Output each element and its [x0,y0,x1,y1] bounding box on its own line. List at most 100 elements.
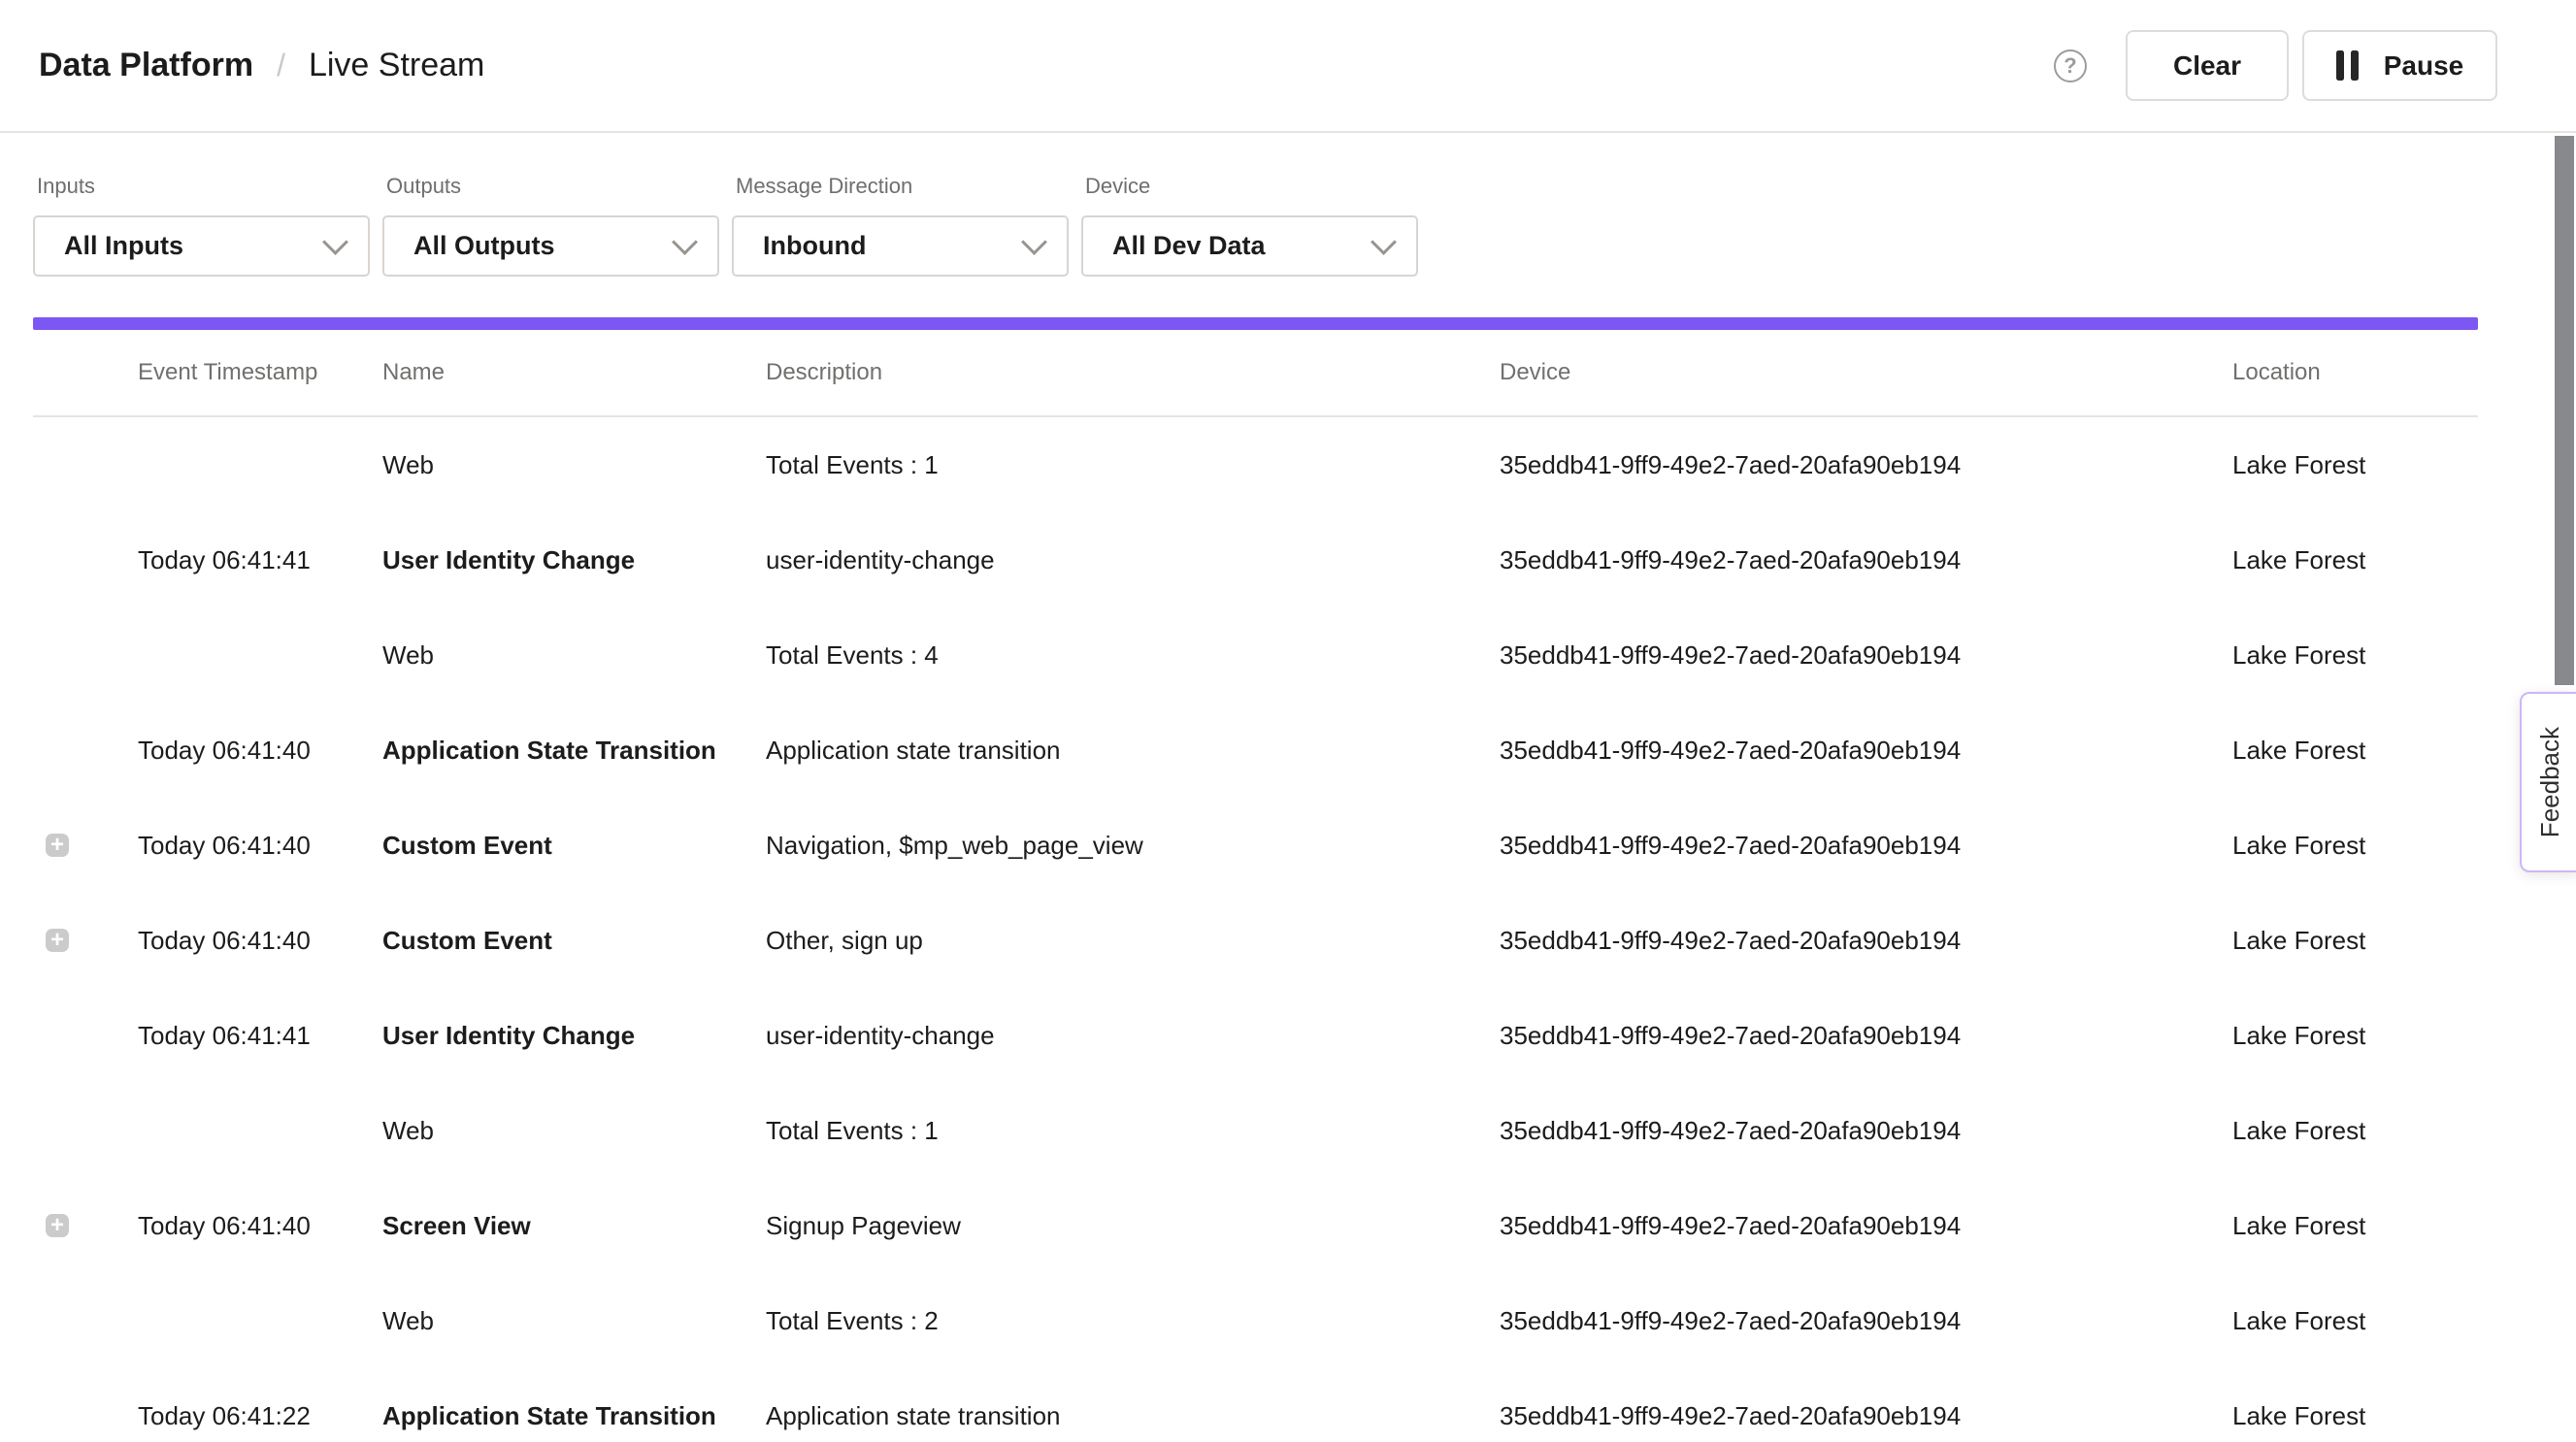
cell-description: Total Events : 4 [766,640,1500,671]
filter-outputs-label: Outputs [386,174,719,199]
filter-outputs: Outputs All Outputs [382,133,719,277]
expand-button[interactable]: + [46,929,69,952]
event-row[interactable]: + Today 06:41:41 User Identity Change us… [33,988,2478,1083]
filter-message-direction-label: Message Direction [736,174,1069,199]
outputs-select-value: All Outputs [413,231,676,261]
cell-location: Lake Forest [2232,1116,2478,1146]
filter-inputs-label: Inputs [37,174,370,199]
cell-location: Lake Forest [2232,831,2478,861]
event-row[interactable]: + Today 06:41:40 Application State Trans… [33,703,2478,798]
cell-event-timestamp: Today 06:41:40 [138,1211,382,1241]
pause-icon [2336,50,2359,81]
column-header-location: Location [2232,359,2478,386]
cell-device: 35eddb41-9ff9-49e2-7aed-20afa90eb194 [1500,1211,2232,1241]
help-icon[interactable]: ? [2054,49,2087,82]
expand-cell: + [33,548,138,572]
expand-cell: + [33,738,138,762]
cell-name: User Identity Change [382,545,766,575]
cell-description: user-identity-change [766,1021,1500,1051]
cell-location: Lake Forest [2232,736,2478,766]
top-bar: Data Platform / Live Stream ? Clear Paus… [0,0,2576,133]
filter-inputs: Inputs All Inputs [33,133,370,277]
event-row[interactable]: + Today 06:41:40 Custom Event Other, sig… [33,893,2478,988]
column-header-event-timestamp: Event Timestamp [138,359,382,386]
cell-description: Total Events : 2 [766,1306,1500,1336]
chevron-down-icon [672,229,698,255]
cell-description: user-identity-change [766,545,1500,575]
cell-event-timestamp: Today 06:41:22 [138,1401,382,1431]
cell-description: Total Events : 1 [766,450,1500,480]
event-row[interactable]: + Today 06:41:41 User Identity Change us… [33,512,2478,607]
expand-cell: + [33,1119,138,1142]
cell-device: 35eddb41-9ff9-49e2-7aed-20afa90eb194 [1500,1401,2232,1431]
event-row[interactable]: + Today 06:41:40 Custom Event Navigation… [33,798,2478,893]
pause-button-label: Pause [2384,50,2464,82]
cell-name: Application State Transition [382,1401,766,1431]
clear-button[interactable]: Clear [2126,30,2289,101]
inputs-select-value: All Inputs [64,231,326,261]
event-row[interactable]: + Web Total Events : 1 35eddb41-9ff9-49e… [33,417,2478,512]
live-stream-page: Data Platform / Live Stream ? Clear Paus… [0,0,2576,1442]
expand-cell: + [33,1214,138,1237]
event-table-body: + Web Total Events : 1 35eddb41-9ff9-49e… [33,417,2478,1442]
cell-description: Other, sign up [766,926,1500,956]
event-row[interactable]: + Web Total Events : 4 35eddb41-9ff9-49e… [33,607,2478,703]
cell-device: 35eddb41-9ff9-49e2-7aed-20afa90eb194 [1500,831,2232,861]
chevron-down-icon [1021,229,1047,255]
cell-location: Lake Forest [2232,640,2478,671]
column-header-device: Device [1500,359,2232,386]
chevron-down-icon [1371,229,1397,255]
cell-event-timestamp: Today 06:41:40 [138,736,382,766]
cell-name: Web [382,450,766,480]
cell-device: 35eddb41-9ff9-49e2-7aed-20afa90eb194 [1500,1021,2232,1051]
cell-device: 35eddb41-9ff9-49e2-7aed-20afa90eb194 [1500,926,2232,956]
cell-location: Lake Forest [2232,450,2478,480]
cell-event-timestamp: Today 06:41:41 [138,545,382,575]
cell-description: Total Events : 1 [766,1116,1500,1146]
expand-cell: + [33,1024,138,1047]
cell-device: 35eddb41-9ff9-49e2-7aed-20afa90eb194 [1500,640,2232,671]
event-row[interactable]: + Web Total Events : 1 35eddb41-9ff9-49e… [33,1083,2478,1178]
cell-name: Custom Event [382,926,766,956]
inputs-select[interactable]: All Inputs [33,215,370,277]
cell-device: 35eddb41-9ff9-49e2-7aed-20afa90eb194 [1500,545,2232,575]
cell-location: Lake Forest [2232,1021,2478,1051]
filter-message-direction: Message Direction Inbound [732,133,1069,277]
breadcrumb-separator: / [277,48,285,83]
cell-location: Lake Forest [2232,926,2478,956]
cell-description: Signup Pageview [766,1211,1500,1241]
device-select-value: All Dev Data [1112,231,1374,261]
cell-device: 35eddb41-9ff9-49e2-7aed-20afa90eb194 [1500,1306,2232,1336]
pause-button[interactable]: Pause [2302,30,2497,101]
cell-name: Custom Event [382,831,766,861]
breadcrumb: Data Platform / Live Stream [39,47,484,84]
feedback-tab[interactable]: Feedback [2520,692,2576,872]
message-direction-select[interactable]: Inbound [732,215,1069,277]
expand-cell: + [33,643,138,667]
scrollbar-thumb[interactable] [2555,136,2574,685]
expand-button[interactable]: + [46,834,69,857]
cell-event-timestamp: Today 06:41:41 [138,1021,382,1051]
column-header-name: Name [382,359,766,386]
device-select[interactable]: All Dev Data [1081,215,1418,277]
expand-cell: + [33,1404,138,1427]
expand-button[interactable]: + [46,1214,69,1237]
outputs-select[interactable]: All Outputs [382,215,719,277]
feedback-tab-label: Feedback [2535,727,2565,837]
cell-device: 35eddb41-9ff9-49e2-7aed-20afa90eb194 [1500,736,2232,766]
filter-device-label: Device [1085,174,1418,199]
cell-description: Application state transition [766,736,1500,766]
cell-name: Web [382,1306,766,1336]
cell-name: User Identity Change [382,1021,766,1051]
event-row[interactable]: + Web Total Events : 2 35eddb41-9ff9-49e… [33,1273,2478,1368]
chevron-down-icon [322,229,348,255]
breadcrumb-data-platform[interactable]: Data Platform [39,47,253,84]
event-table-header: Event Timestamp Name Description Device … [33,330,2478,417]
event-row[interactable]: + Today 06:41:40 Screen View Signup Page… [33,1178,2478,1273]
page-title: Live Stream [309,47,484,84]
event-table: Event Timestamp Name Description Device … [33,330,2478,1442]
filter-bar: Inputs All Inputs Outputs All Outputs Me… [33,133,1431,277]
cell-location: Lake Forest [2232,1211,2478,1241]
event-row[interactable]: + Today 06:41:22 Application State Trans… [33,1368,2478,1442]
message-direction-select-value: Inbound [763,231,1025,261]
